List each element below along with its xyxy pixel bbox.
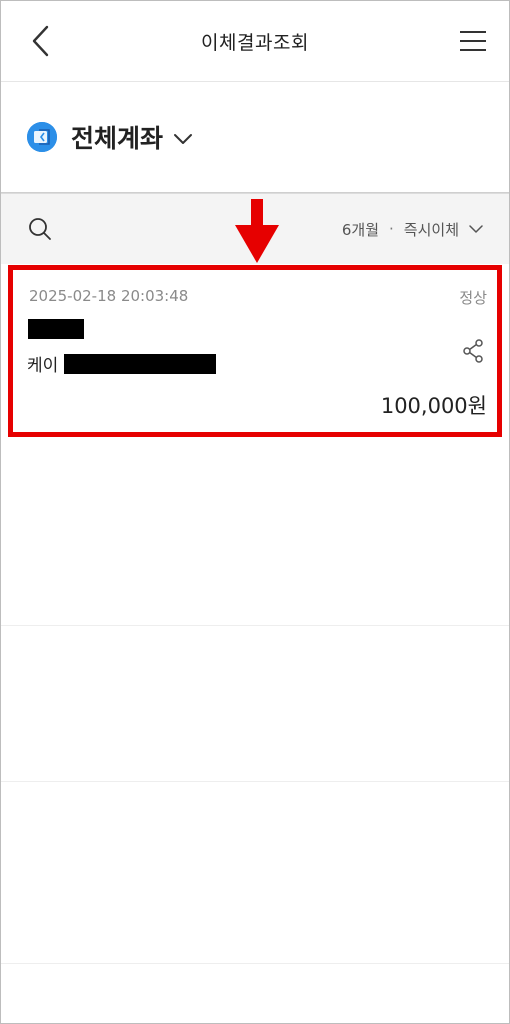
chevron-left-icon [32, 25, 49, 57]
filter-period: 6개월 [341, 220, 380, 239]
divider [1, 781, 509, 782]
transaction-datetime: 2025-02-18 20:03:48 [29, 287, 189, 305]
redacted-block [64, 353, 217, 374]
filter-separator: · [389, 220, 394, 238]
search-button[interactable] [27, 216, 53, 242]
hamburger-menu-icon [460, 31, 486, 51]
search-icon [29, 218, 51, 240]
page-title: 이체결과조회 [201, 31, 309, 54]
filter-type: 즉시이체 [403, 220, 459, 239]
red-arrow-icon [235, 199, 279, 263]
app-screen: 이체결과조회 전체계좌 6개월 · 즉시이체 2025-02-18 20:03:… [0, 0, 510, 1024]
account-name: 전체계좌 [71, 124, 164, 153]
account-selector[interactable]: 전체계좌 [1, 82, 509, 193]
transaction-amount: 100,000원 [380, 394, 487, 418]
divider [1, 963, 509, 964]
top-app-bar: 이체결과조회 [1, 1, 509, 82]
divider [1, 625, 509, 626]
transaction-recipient: 케이 [27, 351, 217, 376]
share-icon [463, 339, 483, 363]
chevron-down-icon [469, 224, 483, 234]
chevron-down-icon[interactable] [173, 133, 193, 145]
menu-button[interactable] [457, 25, 489, 57]
back-button[interactable] [23, 23, 59, 59]
bank-logo-icon [27, 122, 57, 152]
transaction-card[interactable]: 2025-02-18 20:03:48 정상 케이 100,000원 [8, 265, 502, 437]
share-button[interactable] [461, 338, 485, 364]
filter-selector[interactable]: 6개월 · 즉시이체 [342, 219, 483, 240]
redacted-block [28, 319, 84, 339]
transaction-status: 정상 [459, 289, 487, 307]
recipient-name: 케이 [27, 356, 59, 376]
